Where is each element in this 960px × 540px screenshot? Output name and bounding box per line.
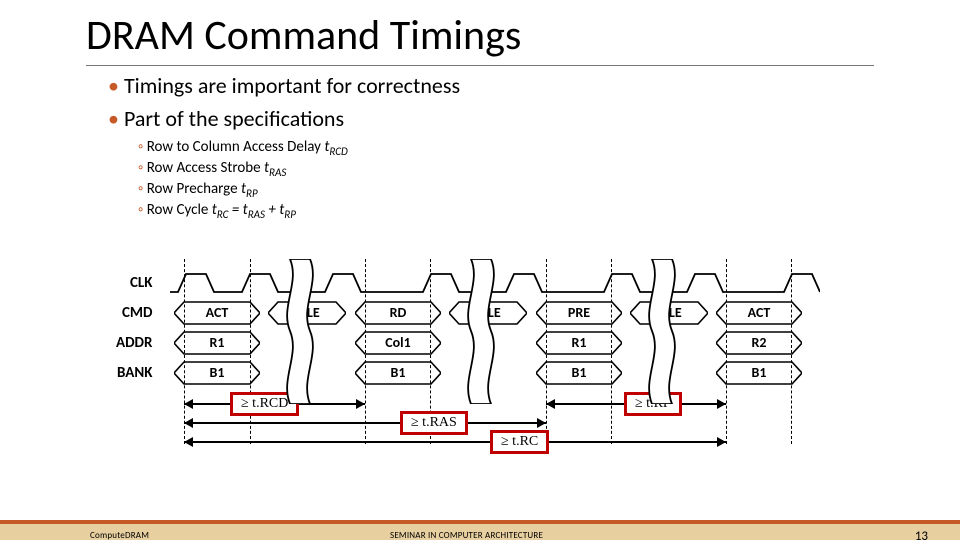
cmd-row: ACTIDLERDIDLEPREIDLEACT — [170, 298, 820, 328]
signal-label-bank: BANK — [116, 358, 152, 388]
footer-left: ComputeDRAM — [90, 530, 149, 540]
timing-box-3: ≥ t.RC — [490, 430, 549, 454]
bank-cell-0: B1 — [184, 361, 250, 385]
vline-1 — [250, 259, 251, 444]
bullet-list: Timings are important for correctness Pa… — [108, 72, 960, 221]
title-rule — [86, 65, 874, 66]
signal-label-addr: ADDR — [116, 328, 152, 358]
footer: ComputeDRAM SEMINAR IN COMPUTER ARCHITEC… — [0, 520, 960, 540]
addr-cell-0: R1 — [184, 331, 250, 355]
addr-cell-3: R2 — [726, 331, 792, 355]
time-skip-2 — [648, 259, 676, 404]
timing-arrow-3 — [184, 441, 726, 443]
bank-cell-2: B1 — [546, 361, 612, 385]
vline-4 — [546, 259, 547, 444]
timing-diagram: CLK CMD ADDR BANK ACTIDLERDIDLEPREIDLEAC… — [170, 229, 820, 454]
cmd-cell-4: PRE — [546, 301, 612, 325]
vline-6 — [726, 259, 727, 444]
addr-cell-1: Col1 — [365, 331, 431, 355]
bank-cell-1: B1 — [365, 361, 431, 385]
timing-arrow-1 — [184, 422, 546, 424]
sub-bullet-1: Row Access Strobe tRAS — [138, 159, 960, 179]
footer-page: 13 — [915, 529, 928, 540]
time-skip-0 — [286, 259, 314, 404]
bank-cell-3: B1 — [726, 361, 792, 385]
clk-waveform — [170, 268, 820, 298]
footer-mid: SEMINAR IN COMPUTER ARCHITECTURE — [390, 530, 543, 540]
signal-label-cmd: CMD — [116, 298, 152, 328]
cmd-cell-0: ACT — [184, 301, 250, 325]
sub-bullet-3: Row Cycle tRC = tRAS + tRP — [138, 201, 960, 221]
vline-0 — [184, 259, 185, 444]
vline-2 — [365, 259, 366, 444]
bank-row: B1 B1 B1 B1 — [170, 358, 820, 388]
bullet-top-2: Part of the specifications — [108, 105, 960, 132]
cmd-cell-6: ACT — [726, 301, 792, 325]
cmd-cell-2: RD — [365, 301, 431, 325]
addr-row: R1 Col1 R1 R2 — [170, 328, 820, 358]
time-skip-1 — [467, 259, 495, 404]
slide-title: DRAM Command Timings — [86, 10, 960, 61]
addr-cell-2: R1 — [546, 331, 612, 355]
vline-5 — [611, 259, 612, 444]
timing-box-1: ≥ t.RAS — [400, 411, 468, 435]
sub-bullet-2: Row Precharge tRP — [138, 180, 960, 200]
sub-bullet-0: Row to Column Access Delay tRCD — [138, 138, 960, 158]
bullet-top-1: Timings are important for correctness — [108, 72, 960, 99]
vline-7 — [791, 259, 792, 444]
signal-label-clk: CLK — [116, 268, 152, 298]
